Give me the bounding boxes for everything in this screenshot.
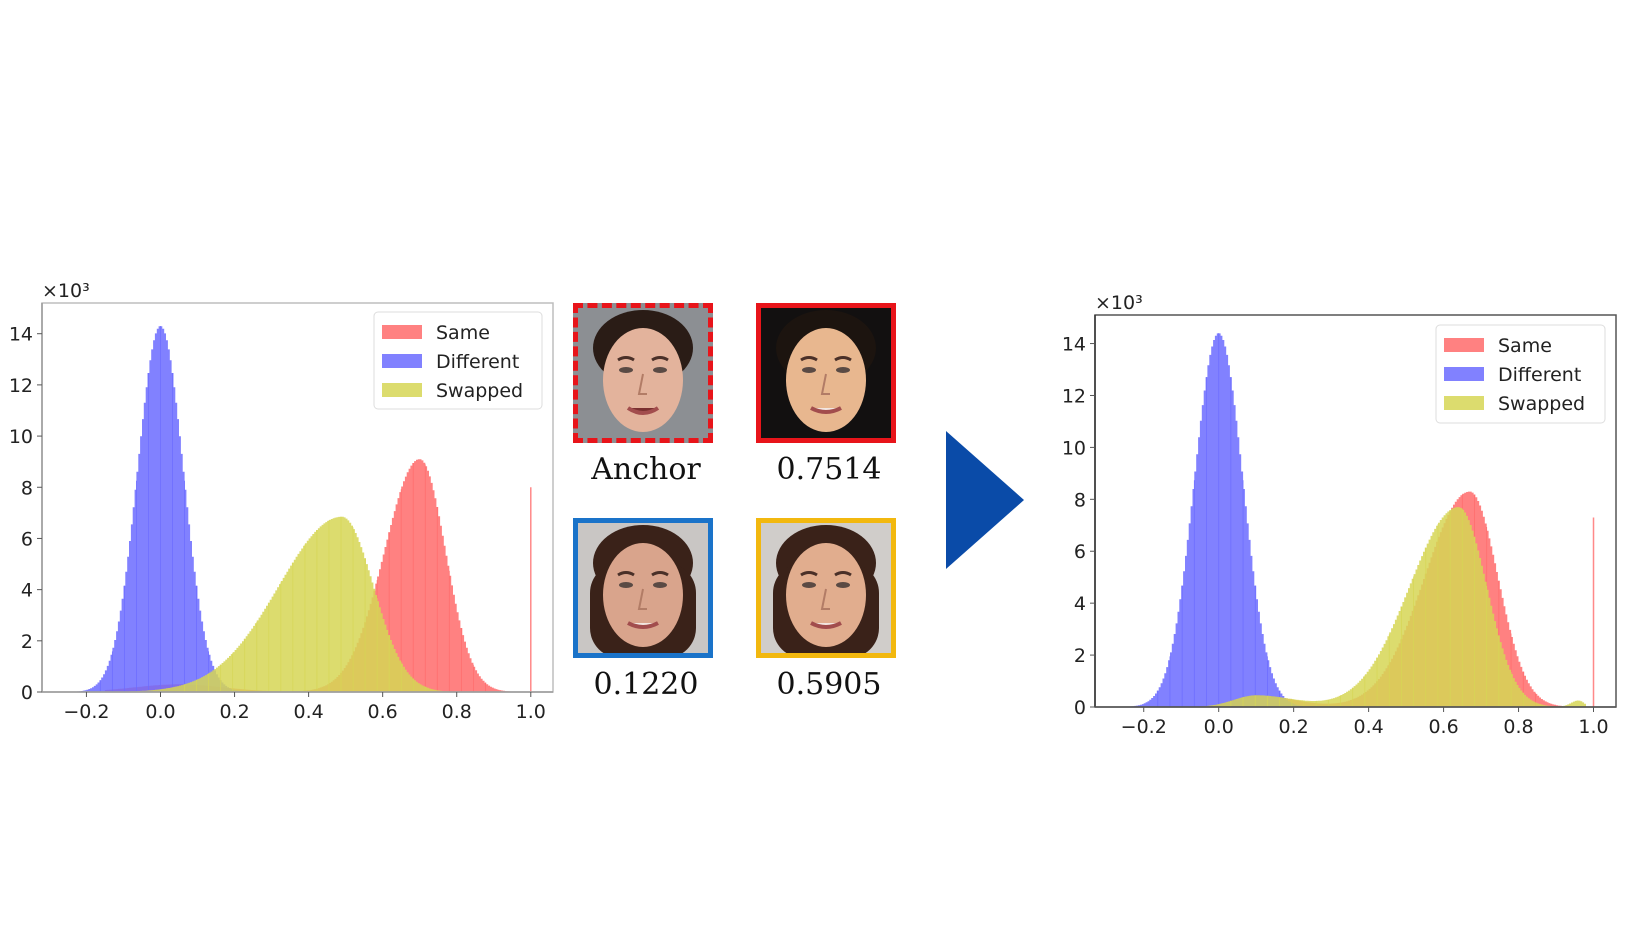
y-tick-label: 14 [1062,334,1086,356]
x-tick-label: 0.6 [1428,716,1458,738]
x-tick-label: 0.4 [293,701,323,723]
x-tick-label: 0.0 [1204,716,1234,738]
y-tick-label: 0 [21,682,33,704]
legend-swatch-different [1444,367,1484,381]
face-portrait-icon [590,525,696,653]
face-score-label-swapped: 0.5905 [776,667,882,702]
y-tick-label: 6 [1074,541,1086,563]
y-tick-label: 2 [21,631,33,653]
face-portrait-icon [776,310,876,432]
histogram-chart-after: −0.2 0.0 0.2 0.4 0.6 0.8 1.0 0 2 4 6 8 10 12 14 ×10³ Sam… [1062,292,1617,738]
series-different [60,326,272,692]
arrow-right-icon [946,431,1024,569]
y-tick-label: 0 [1074,697,1086,719]
face-score-label-different: 0.1220 [593,667,699,702]
histogram-area-different [1121,333,1332,707]
face-portrait-icon [773,525,879,653]
legend-swatch-different [382,354,422,368]
face-portrait-icon [593,310,693,432]
legend-swatch-same [1444,338,1484,352]
x-tick-label: −0.2 [63,701,109,723]
face-score-label-anchor: Anchor [591,452,701,487]
x-tick-label: 0.2 [1279,716,1309,738]
y-tick-label: 8 [21,477,33,499]
y-tick-label: 12 [9,375,33,397]
histogram-chart-before: −0.2 0.0 0.2 0.4 0.6 0.8 1.0 0 2 4 6 8 10 12 14 ×10³ Sam… [9,280,554,723]
series-different [1121,333,1332,707]
x-tick-label: 0.0 [145,701,175,723]
legend-swatch-swapped [382,383,422,397]
histogram-area-different [60,326,272,692]
y-tick-label: 4 [1074,593,1086,615]
legend-label-same: Same [1498,335,1552,357]
x-tick-label: 0.6 [368,701,398,723]
y-tick-label: 4 [21,580,33,602]
y-tick-label: 14 [9,324,33,346]
x-tick-label: 0.4 [1354,716,1384,738]
face-image-different [573,518,713,658]
legend: Same Different Swapped [1435,324,1606,424]
face-score-label-same: 0.7514 [776,452,882,487]
legend: Same Different Swapped [373,311,543,410]
x-tick-label: 0.2 [219,701,249,723]
x-tick-label: −0.2 [1121,716,1167,738]
y-tick-label: 10 [9,426,33,448]
legend-label-swapped: Swapped [1498,393,1585,415]
legend-swatch-same [382,325,422,339]
x-tick-label: 0.8 [1503,716,1533,738]
legend-label-same: Same [436,322,490,344]
y-tick-label: 12 [1062,385,1086,407]
y-tick-label: 10 [1062,437,1086,459]
x-tick-label: 0.8 [442,701,472,723]
legend-label-different: Different [436,351,519,373]
face-image-same [756,303,896,443]
x-tick-label: 1.0 [1578,716,1608,738]
legend-label-different: Different [1498,364,1581,386]
y-tick-label: 6 [21,528,33,550]
arrow-triangle [946,431,1024,569]
face-image-swapped [756,518,896,658]
legend-label-swapped: Swapped [436,380,523,402]
x-tick-label: 1.0 [516,701,546,723]
legend-swatch-swapped [1444,396,1484,410]
y-tick-label: 8 [1074,489,1086,511]
y-tick-label: 2 [1074,645,1086,667]
face-image-anchor [573,303,713,443]
y-multiplier-label: ×10³ [1095,292,1143,314]
y-multiplier-label: ×10³ [42,280,90,302]
